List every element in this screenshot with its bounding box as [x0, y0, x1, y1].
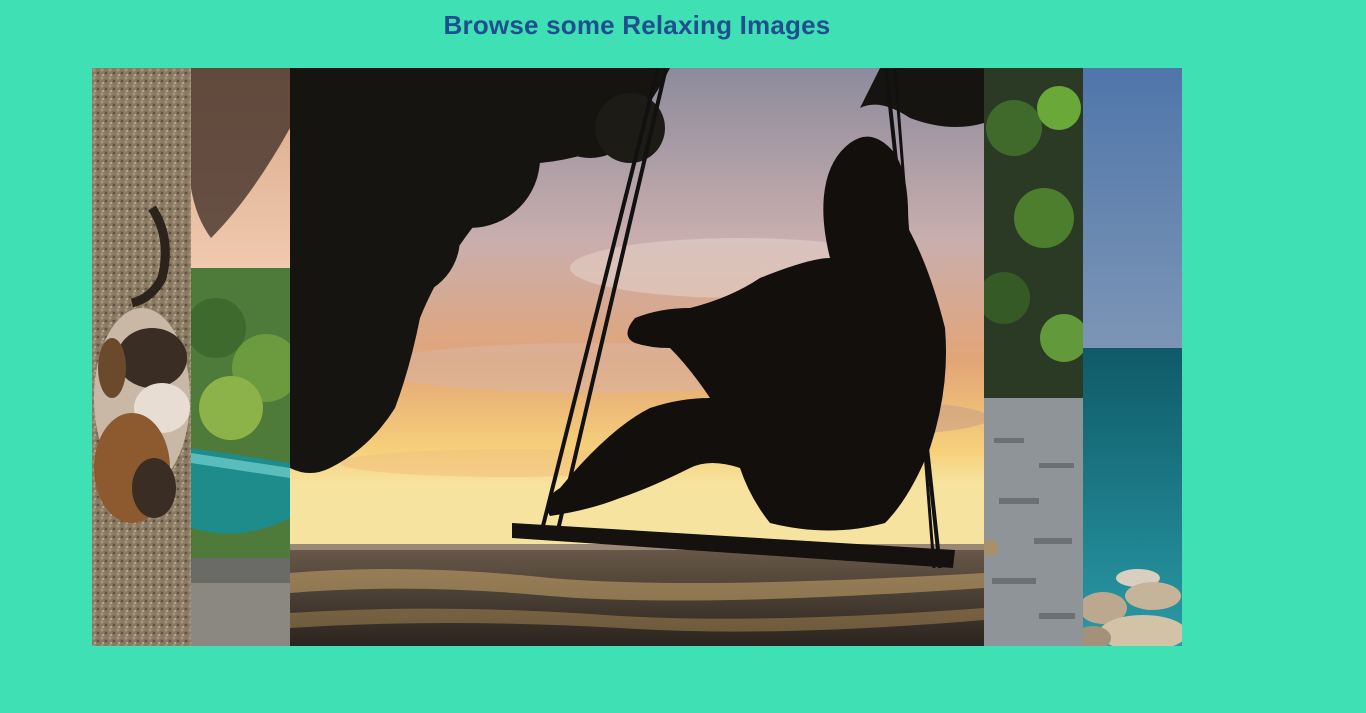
page: Browse some Relaxing Images [0, 0, 1366, 713]
beach-pebbles-image [1083, 68, 1182, 646]
page-title: Browse some Relaxing Images [443, 10, 831, 40]
gallery-panel-swing[interactable] [290, 68, 984, 646]
swing-sunset-silhouette-image [290, 68, 984, 646]
image-gallery [92, 68, 1182, 646]
forest-path-image [984, 68, 1083, 646]
gallery-panel-cat[interactable] [92, 68, 191, 646]
gallery-panel-hammock[interactable] [191, 68, 290, 646]
hammock-garden-image [191, 68, 290, 646]
cat-on-gravel-image [92, 68, 191, 646]
gallery-panel-forest[interactable] [984, 68, 1083, 646]
gallery-panel-beach[interactable] [1083, 68, 1182, 646]
